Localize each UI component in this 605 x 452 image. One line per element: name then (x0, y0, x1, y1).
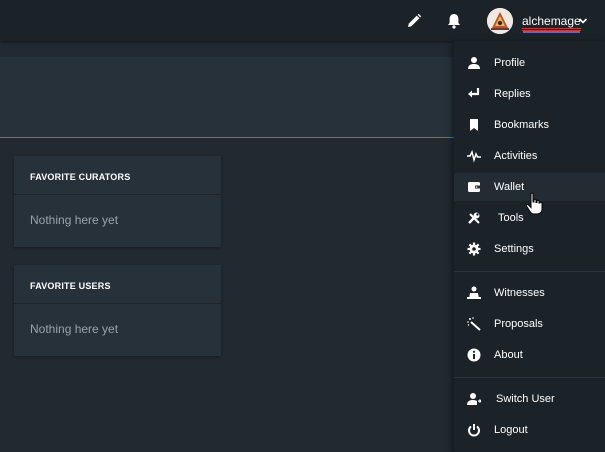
card-title: FAVORITE CURATORS (14, 156, 221, 195)
username[interactable]: alchemage (522, 15, 581, 31)
witness-icon (467, 286, 481, 299)
menu-divider (454, 377, 605, 378)
user-dropdown-menu: Profile Replies Bookmarks Activities Wal… (454, 41, 605, 452)
menu-item-switch-user[interactable]: Switch User (454, 385, 605, 413)
card-title: FAVORITE USERS (14, 265, 221, 304)
pencil-icon[interactable] (405, 12, 423, 30)
tools-icon (468, 212, 480, 224)
activity-icon (467, 149, 481, 163)
bookmark-icon (470, 119, 478, 131)
menu-item-replies[interactable]: Replies (454, 80, 605, 108)
reply-icon (468, 88, 480, 98)
menu-item-label: Switch User (496, 393, 555, 405)
menu-item-label: Profile (494, 57, 526, 69)
favorite-curators-card: FAVORITE CURATORS Nothing here yet (14, 156, 221, 247)
profile-header-band (0, 57, 455, 138)
card-empty-text: Nothing here yet (30, 322, 119, 336)
avatar[interactable] (487, 8, 513, 34)
menu-item-bookmarks[interactable]: Bookmarks (454, 111, 605, 139)
user-icon (468, 57, 480, 69)
menu-item-label: Activities (494, 150, 538, 162)
menu-item-label: Tools (498, 212, 524, 224)
avatar-image (487, 8, 513, 34)
favorite-users-card: FAVORITE USERS Nothing here yet (14, 265, 221, 356)
power-icon (468, 424, 480, 437)
menu-item-label: Replies (494, 88, 531, 100)
menu-item-label: Proposals (494, 318, 543, 330)
menu-item-activities[interactable]: Activities (454, 142, 605, 170)
menu-divider (454, 271, 605, 272)
menu-item-label: Logout (494, 424, 528, 436)
bell-icon[interactable] (445, 12, 463, 30)
wallet-icon (468, 182, 480, 192)
menu-item-label: About (494, 349, 523, 361)
menu-item-label: Wallet (494, 181, 525, 193)
gear-icon (467, 242, 481, 256)
menu-item-label: Witnesses (494, 287, 545, 299)
chevron-down-icon[interactable] (578, 17, 588, 25)
magic-wand-icon (467, 317, 481, 331)
menu-item-about[interactable]: About (454, 341, 605, 369)
card-empty-text: Nothing here yet (30, 213, 119, 227)
menu-item-profile[interactable]: Profile (454, 49, 605, 77)
menu-item-label: Settings (494, 243, 534, 255)
menu-item-settings[interactable]: Settings (454, 235, 605, 263)
switch-user-icon (467, 393, 481, 405)
hand-cursor-icon (525, 192, 543, 215)
menu-item-logout[interactable]: Logout (454, 416, 605, 444)
menu-item-witnesses[interactable]: Witnesses (454, 279, 605, 307)
menu-item-proposals[interactable]: Proposals (454, 310, 605, 338)
menu-item-label: Bookmarks (494, 119, 550, 131)
info-icon (467, 348, 481, 362)
top-bar: alchemage (0, 0, 605, 41)
